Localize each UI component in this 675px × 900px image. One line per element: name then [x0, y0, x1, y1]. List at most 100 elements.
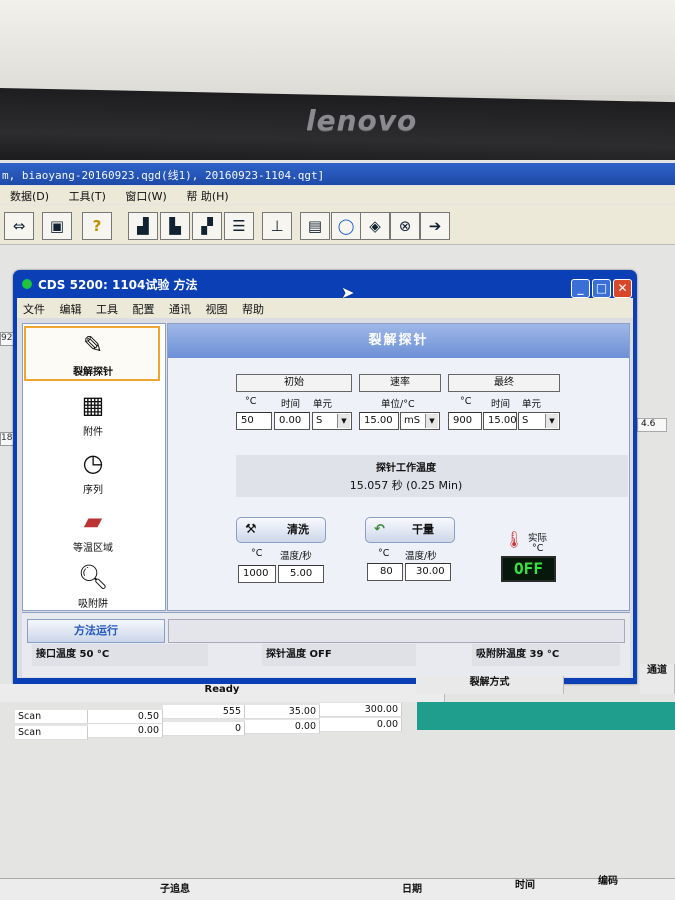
minimize-button[interactable]: _	[571, 279, 590, 298]
actual-unit: °C	[532, 543, 544, 554]
maximize-button[interactable]: □	[592, 279, 611, 298]
trap-temp-status: 吸附阱温度 39 °C	[472, 644, 620, 666]
table-cell-name: Scan	[15, 726, 88, 740]
method-run-button[interactable]: 方法运行	[27, 619, 165, 643]
rate-unit-select[interactable]: mS ▼	[400, 412, 440, 430]
column-mode-header: 裂解方式	[416, 676, 564, 694]
dialog-menu-bar: 文件 编辑 工具 配置 通讯 视图 帮助	[17, 298, 633, 318]
isothermal-icon: ▰	[83, 507, 103, 535]
final-temp-field[interactable]: 900	[448, 412, 482, 430]
menu-config[interactable]: 配置	[133, 303, 155, 316]
right-value: 4.6	[637, 418, 667, 432]
final-header: 最终	[448, 374, 560, 392]
probe-icon: ✎	[82, 331, 104, 359]
panel-title: 裂解探针	[168, 324, 629, 358]
chevron-down-icon: ▼	[425, 414, 438, 428]
clean-button[interactable]: ⚒ 清洗	[236, 517, 326, 543]
interface-temp-status: 接口温度 50 °C	[32, 644, 208, 666]
module-icon[interactable]: ▤	[300, 212, 330, 240]
nav-item-accessory[interactable]: ▦ 附件	[22, 390, 164, 438]
initial-col-c: °C	[245, 396, 257, 407]
table-cell-v4: 0.00	[320, 718, 402, 732]
dry-label: 干量	[412, 523, 434, 536]
menu-window[interactable]: 窗口(W)	[125, 190, 166, 203]
chart-3-icon[interactable]: ▞	[192, 212, 222, 240]
rate-col-unit: 单位/°C	[381, 399, 415, 410]
menu-comm[interactable]: 通讯	[169, 303, 191, 316]
bottom-col-info: 子追息	[160, 884, 190, 895]
nav-label: 等温区域	[73, 543, 113, 554]
run-progress-field	[168, 619, 625, 643]
table-cell-v4: 300.00	[320, 703, 402, 717]
accessory-icon: ▦	[81, 391, 105, 419]
initial-header: 初始	[236, 374, 352, 392]
clean-col-c: °C	[251, 548, 263, 559]
final-time-field[interactable]: 15.00	[483, 412, 517, 430]
table-cell-v2: 0	[163, 722, 245, 736]
table-cell-v1: 0.00	[88, 724, 163, 738]
chart-1-icon[interactable]: ▟	[128, 212, 158, 240]
arrow-back-icon: ↶	[374, 522, 385, 537]
table-cell-v2: 555	[163, 705, 245, 719]
nav-label: 附件	[83, 427, 103, 438]
nav-item-sequence[interactable]: ◷ 序列	[22, 448, 164, 496]
menu-help[interactable]: 帮 助(H)	[186, 190, 228, 203]
initial-temp-field[interactable]: 50	[236, 412, 272, 430]
table-highlight-cells	[417, 702, 675, 730]
clean-col-rate: 温度/秒	[280, 551, 312, 562]
dry-col-rate: 温度/秒	[405, 551, 437, 562]
final-col-unit: 单元	[522, 399, 542, 410]
app-toolbar: ⇔ ▣ ? ▟ ▙ ▞ ☰ ⊥ ▤ ◯ ◈ ⊗ ➔	[0, 205, 675, 245]
initial-unit-value: S	[316, 415, 323, 426]
chart-5-icon[interactable]: ⊥	[262, 212, 292, 240]
final-col-time: 时间	[491, 399, 511, 410]
app-status-icon	[22, 279, 32, 289]
clean-label: 清洗	[287, 523, 309, 536]
app-menu-bar: 数据(D) 工具(T) 窗口(W) 帮 助(H)	[0, 186, 675, 204]
menu-edit[interactable]: 编辑	[60, 303, 82, 316]
close-button[interactable]: ✕	[613, 279, 632, 298]
menu-help[interactable]: 帮助	[242, 303, 264, 316]
menu-view[interactable]: 视图	[206, 303, 228, 316]
ready-status: Ready	[0, 684, 445, 702]
chevron-down-icon: ▼	[337, 414, 350, 428]
rate-value-field[interactable]: 15.00	[359, 412, 399, 430]
final-unit-value: S	[522, 415, 529, 426]
arrows-icon[interactable]: ⇔	[4, 212, 34, 240]
final-col-c: °C	[460, 396, 472, 407]
bottom-col-time: 时间	[515, 880, 535, 891]
initial-unit-select[interactable]: S ▼	[312, 412, 352, 430]
menu-data[interactable]: 数据(D)	[10, 190, 49, 203]
final-unit-select[interactable]: S ▼	[518, 412, 560, 430]
nav-label: 吸附阱	[78, 599, 108, 610]
dry-rate-field[interactable]: 30.00	[405, 563, 451, 581]
clean-temp-field[interactable]: 1000	[238, 565, 276, 583]
help-icon[interactable]: ?	[82, 212, 112, 240]
initial-col-time: 时间	[281, 399, 301, 410]
rate-unit-value: mS	[404, 415, 421, 426]
dry-col-c: °C	[378, 548, 390, 559]
nav-item-probe[interactable]: ✎ 裂解探针	[22, 330, 164, 378]
initial-time-field[interactable]: 0.00	[274, 412, 310, 430]
chart-2-icon[interactable]: ▙	[160, 212, 190, 240]
chart-4-icon[interactable]: ☰	[224, 212, 254, 240]
actual-label: 实际	[528, 533, 548, 544]
dry-temp-field[interactable]: 80	[367, 563, 403, 581]
dry-button[interactable]: ↶ 干量	[365, 517, 455, 543]
table-cell-v3: 35.00	[245, 705, 320, 719]
initial-col-unit: 单元	[313, 399, 333, 410]
menu-file[interactable]: 文件	[23, 303, 45, 316]
bottom-col-code: 编码	[598, 876, 618, 887]
probe-temp-value: 15.057 秒 (0.25 Min)	[349, 479, 463, 492]
clean-rate-field[interactable]: 5.00	[278, 565, 324, 583]
refresh-icon[interactable]: ◯	[331, 212, 361, 240]
nav-item-isothermal[interactable]: ▰ 等温区域	[22, 506, 164, 554]
stop-icon[interactable]: ⊗	[390, 212, 420, 240]
menu-tools[interactable]: 工具	[96, 303, 118, 316]
menu-tools[interactable]: 工具(T)	[69, 190, 106, 203]
diamond-icon[interactable]: ◈	[360, 212, 390, 240]
nav-item-trap[interactable]: 🔍︎ 吸附阱	[22, 562, 164, 610]
export-icon[interactable]: ➔	[420, 212, 450, 240]
chevron-down-icon: ▼	[545, 414, 558, 428]
folder-icon[interactable]: ▣	[42, 212, 72, 240]
